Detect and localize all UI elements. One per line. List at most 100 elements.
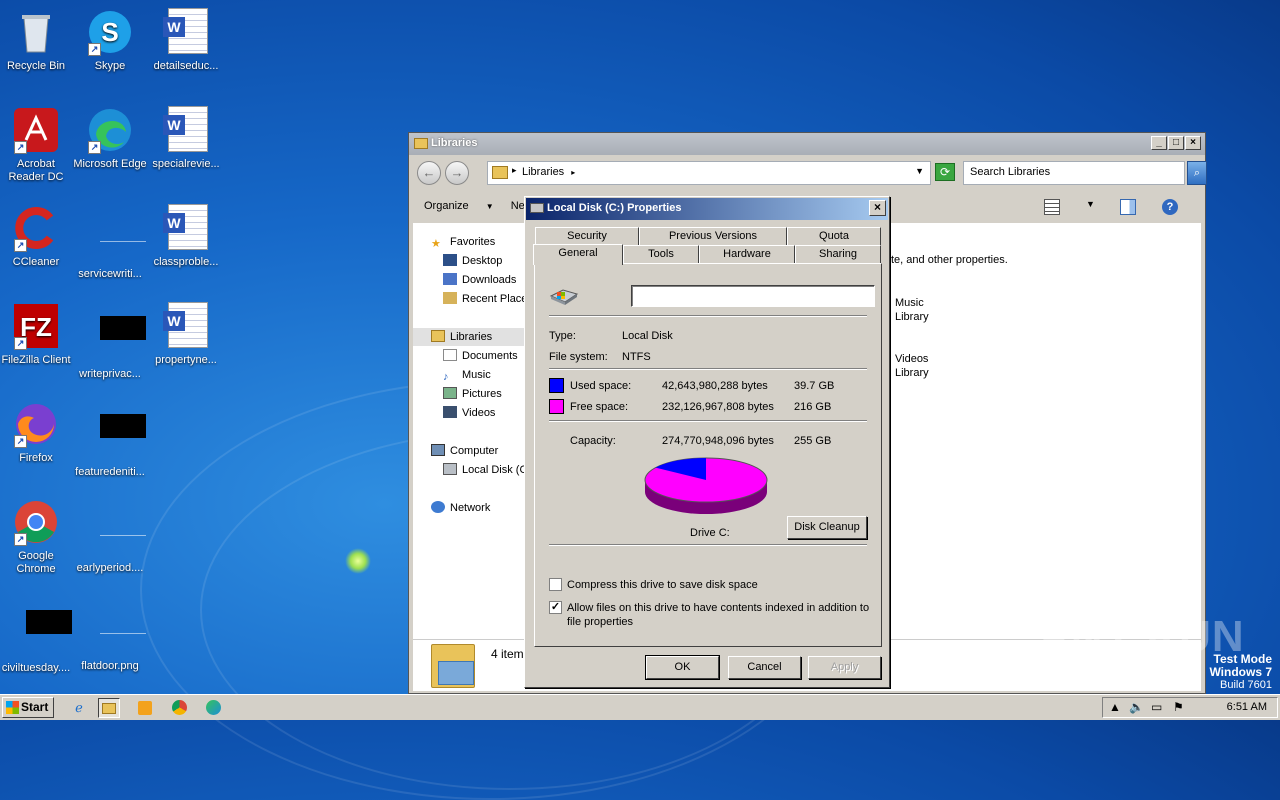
desktop-icon-doc[interactable]: specialrevie... [148, 106, 224, 171]
tab-hardware[interactable]: Hardware [699, 245, 795, 263]
preview-pane-icon[interactable] [1120, 199, 1136, 215]
ok-button[interactable]: OK [645, 655, 720, 680]
desktop-icon-file[interactable]: featuredeniti... [72, 400, 148, 479]
desktop-icon-acrobat[interactable]: ↗ Acrobat Reader DC [0, 106, 74, 184]
desktop-icon-recycle-bin[interactable]: Recycle Bin [0, 8, 74, 73]
nav-music[interactable]: ♪ Music [443, 366, 491, 384]
close-button[interactable]: × [869, 200, 886, 216]
help-icon[interactable]: ? [1162, 199, 1178, 215]
desktop-icon-doc[interactable]: detailseduc... [148, 8, 224, 73]
shortcut-arrow-icon: ↗ [88, 141, 101, 154]
separator [549, 315, 867, 317]
tab-general[interactable]: General [533, 244, 623, 265]
desktop-icon [443, 254, 457, 266]
tab-security[interactable]: Security [535, 227, 639, 245]
desktop-icon-file[interactable]: earlyperiod.... [72, 498, 148, 575]
refresh-icon[interactable]: ⟳ [935, 163, 955, 181]
volume-icon[interactable]: 🔈 [1129, 700, 1144, 714]
desktop-icon-label: Recycle Bin [6, 60, 66, 72]
explorer-taskbar-icon[interactable] [98, 698, 120, 718]
edge-icon[interactable] [202, 698, 224, 718]
desktop-icon-chrome[interactable]: ↗ Google Chrome [0, 498, 74, 576]
maximize-button[interactable]: □ [1168, 136, 1184, 150]
computer-icon [431, 444, 445, 456]
library-music[interactable]: Music Library [895, 296, 929, 324]
separator [549, 368, 867, 370]
capacity-bytes: 274,770,948,096 bytes [662, 435, 774, 447]
desktop-icon-label: Google Chrome [16, 550, 56, 575]
nav-recent-places[interactable]: Recent Place [443, 290, 527, 308]
desktop-icon-ccleaner[interactable]: ↗ CCleaner [0, 204, 74, 269]
desktop-icon-file[interactable]: civiltuesday.... [0, 596, 74, 675]
desktop-icon-file[interactable]: flatdoor.png [72, 596, 148, 673]
desktop-icon-filezilla[interactable]: FZ ↗ FileZilla Client [0, 302, 74, 367]
show-hidden-icons-icon[interactable]: ▲ [1109, 700, 1121, 714]
search-input[interactable]: Search Libraries [963, 161, 1185, 185]
forward-button[interactable]: → [445, 161, 469, 185]
chrome-icon[interactable] [168, 698, 190, 718]
cancel-button[interactable]: Cancel [728, 656, 801, 679]
apply-button[interactable]: Apply [808, 656, 881, 679]
nav-documents[interactable]: Documents [443, 347, 518, 365]
desktop-icon-file[interactable]: writeprivac... [72, 302, 148, 381]
minimize-button[interactable]: _ [1151, 136, 1167, 150]
file-system-value: NTFS [622, 351, 651, 363]
index-checkbox[interactable]: ✓ [549, 601, 562, 614]
desktop-icon-doc[interactable]: classproble... [148, 204, 224, 269]
nav-libraries[interactable]: Libraries [413, 328, 525, 346]
action-center-flag-icon[interactable]: ⚑ [1173, 700, 1184, 714]
nav-network[interactable]: Network [431, 499, 490, 517]
nav-videos[interactable]: Videos [443, 404, 495, 422]
chevron-right-icon: ▸ [512, 165, 517, 175]
tab-tools[interactable]: Tools [623, 245, 699, 263]
library-videos[interactable]: Videos Library [895, 352, 929, 380]
shortcut-arrow-icon: ↗ [14, 239, 27, 252]
desktop-icon-skype[interactable]: S ↗ Skype [72, 8, 148, 73]
network-tray-icon[interactable]: ▭ [1151, 700, 1162, 714]
internet-explorer-icon[interactable]: ℯ [68, 698, 90, 718]
organize-button[interactable]: Organize ▼ [424, 200, 494, 212]
drive-icon [549, 286, 579, 306]
dropdown-arrow-icon[interactable]: ▼ [1086, 199, 1095, 215]
word-document-icon [162, 8, 210, 56]
used-space-swatch [549, 378, 564, 393]
start-button[interactable]: Start [2, 697, 54, 718]
nav-desktop[interactable]: Desktop [443, 252, 502, 270]
desktop-icon-file[interactable]: servicewriti... [72, 204, 148, 281]
back-button[interactable]: ← [417, 161, 441, 185]
compress-checkbox[interactable] [549, 578, 562, 591]
nav-downloads[interactable]: Downloads [443, 271, 516, 289]
libraries-folder-icon [431, 644, 475, 688]
desktop-icon-firefox[interactable]: ↗ Firefox [0, 400, 74, 465]
desktop-icon-doc[interactable]: propertyne... [148, 302, 224, 367]
view-options-icon[interactable] [1044, 199, 1060, 215]
address-text: Libraries [522, 166, 565, 178]
dropdown-arrow-icon[interactable]: ▼ [915, 166, 924, 176]
nav-pictures[interactable]: Pictures [443, 385, 502, 403]
used-space-gb: 39.7 GB [794, 380, 835, 392]
close-button[interactable]: × [1185, 136, 1201, 150]
desktop-icon-label: civiltuesday.... [1, 662, 71, 674]
filezilla-icon: FZ ↗ [12, 302, 60, 350]
dialog-titlebar[interactable]: Local Disk (C:) Properties × [526, 198, 888, 220]
tab-quota[interactable]: Quota [787, 227, 881, 245]
nav-favorites[interactable]: ★ Favorites [431, 233, 495, 251]
disk-cleanup-button[interactable]: Disk Cleanup [787, 516, 867, 539]
volume-label-input[interactable] [631, 285, 875, 307]
search-icon[interactable]: ⌕ [1187, 161, 1207, 185]
word-document-icon [162, 106, 210, 154]
explorer-titlebar[interactable]: Libraries _ □ × [409, 133, 1205, 155]
clock[interactable]: 6:51 AM [1227, 701, 1267, 713]
tab-previous-versions[interactable]: Previous Versions [639, 227, 787, 245]
drive-icon [530, 203, 544, 213]
desktop-icon-edge[interactable]: ↗ Microsoft Edge [72, 106, 148, 171]
nav-computer[interactable]: Computer [431, 442, 498, 460]
tab-sharing[interactable]: Sharing [795, 245, 881, 263]
documents-icon [443, 349, 457, 361]
nav-local-disk[interactable]: Local Disk (C [443, 461, 527, 479]
desktop-icon-label: Microsoft Edge [73, 158, 147, 170]
desktop-icon-label: Firefox [19, 452, 53, 464]
media-player-icon[interactable] [134, 698, 156, 718]
blank-file-icon [86, 216, 146, 264]
address-bar[interactable]: ▸ Libraries ▸ ▼ [487, 161, 931, 185]
